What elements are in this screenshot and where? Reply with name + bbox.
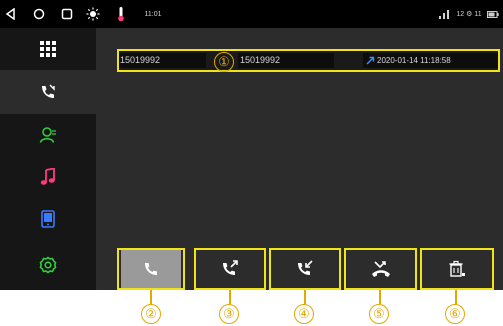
missed-calls-button[interactable] (344, 248, 417, 290)
sidebar-item-device[interactable] (0, 198, 96, 240)
status-bar: 11:01 12 ⚙ 11 (0, 0, 503, 28)
annotation-leader-6 (455, 290, 457, 304)
sidebar (0, 28, 96, 290)
home-icon[interactable] (30, 5, 48, 23)
music-icon (40, 168, 56, 186)
call-number: 15019992 (120, 55, 161, 65)
annotation-marker-6: ⑥ (445, 304, 465, 324)
call-datetime: 2020-01-14 11:18:58 (377, 56, 451, 65)
call-log-icon (39, 83, 57, 101)
annotation-marker-4: ④ (294, 304, 314, 324)
annotation-marker-3: ③ (219, 304, 239, 324)
sidebar-item-music[interactable] (0, 156, 96, 198)
incoming-calls-button[interactable] (269, 248, 341, 290)
incoming-call-icon (296, 260, 314, 278)
annotation-leader-4 (304, 290, 306, 304)
call-log-row[interactable]: 15019992 15019992 2020-01-14 11:18:58 (117, 49, 500, 72)
phone-icon (143, 261, 159, 277)
call-name: 15019992 (240, 55, 281, 65)
apps-grid-icon (40, 41, 56, 57)
annotation-marker-1: ① (214, 52, 234, 72)
annotation-leader-3 (229, 290, 231, 304)
trash-icon (448, 260, 466, 278)
sidebar-item-apps[interactable] (0, 28, 96, 70)
annotation-marker-5: ⑤ (369, 304, 389, 324)
sidebar-item-contacts[interactable] (0, 114, 96, 156)
back-icon[interactable] (2, 5, 20, 23)
annotation-leader-2 (150, 290, 152, 304)
outgoing-call-icon (221, 260, 239, 278)
contacts-icon (39, 126, 57, 144)
device-screen: 11:01 12 ⚙ 11 (0, 0, 503, 290)
missed-call-icon (371, 260, 391, 278)
battery-icon (486, 5, 500, 23)
temperature-icon (112, 5, 130, 23)
all-calls-button-face (121, 250, 181, 288)
outgoing-calls-button[interactable] (194, 248, 266, 290)
annotation-leader-5 (379, 290, 381, 304)
status-time: 11:01 (144, 10, 162, 18)
settings-icon (39, 256, 57, 274)
delete-log-button[interactable] (420, 248, 494, 290)
recent-apps-icon[interactable] (58, 5, 76, 23)
outgoing-call-icon (366, 56, 375, 65)
all-calls-button[interactable] (117, 248, 185, 290)
brightness-icon (84, 5, 102, 23)
signal-icon (438, 5, 450, 23)
phone-device-icon (41, 210, 55, 228)
status-right-text: 12 ⚙ 11 (456, 11, 482, 18)
annotation-marker-2: ② (141, 304, 161, 324)
sidebar-item-call-log[interactable] (0, 70, 96, 114)
sidebar-item-settings[interactable] (0, 240, 96, 290)
